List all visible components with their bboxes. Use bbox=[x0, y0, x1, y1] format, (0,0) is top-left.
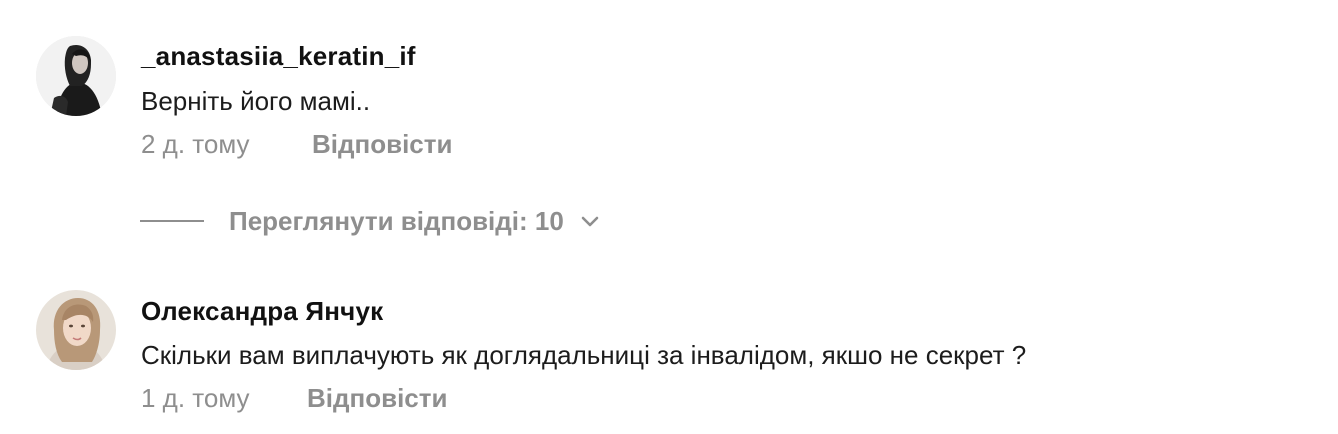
user-avatar-icon bbox=[36, 36, 116, 116]
reply-button[interactable]: Відповісти bbox=[312, 129, 452, 160]
comment-username[interactable]: Олександра Янчук bbox=[141, 296, 383, 327]
comment-item: _anastasiia_keratin_if Верніть його мамі… bbox=[0, 0, 1338, 236]
comment-timestamp: 2 д. тому bbox=[141, 129, 250, 159]
replies-divider-line bbox=[140, 220, 204, 222]
comment-timestamp: 1 д. тому bbox=[141, 383, 250, 413]
comment-item: Олександра Янчук Скільки вам виплачують … bbox=[0, 270, 1338, 434]
view-replies-button[interactable]: Переглянути відповіді: 10 bbox=[140, 204, 600, 238]
reply-button[interactable]: Відповісти bbox=[307, 383, 447, 414]
comment-text: Верніть його мамі.. bbox=[141, 86, 371, 116]
comment-text: Скільки вам виплачують як доглядальниці … bbox=[141, 340, 1027, 370]
view-replies-label: Переглянути відповіді: 10 bbox=[229, 205, 564, 236]
chevron-down-icon bbox=[581, 216, 599, 227]
avatar[interactable] bbox=[36, 36, 116, 116]
user-avatar-icon bbox=[36, 290, 116, 370]
avatar[interactable] bbox=[36, 290, 116, 370]
comment-username[interactable]: _anastasiia_keratin_if bbox=[141, 41, 416, 72]
